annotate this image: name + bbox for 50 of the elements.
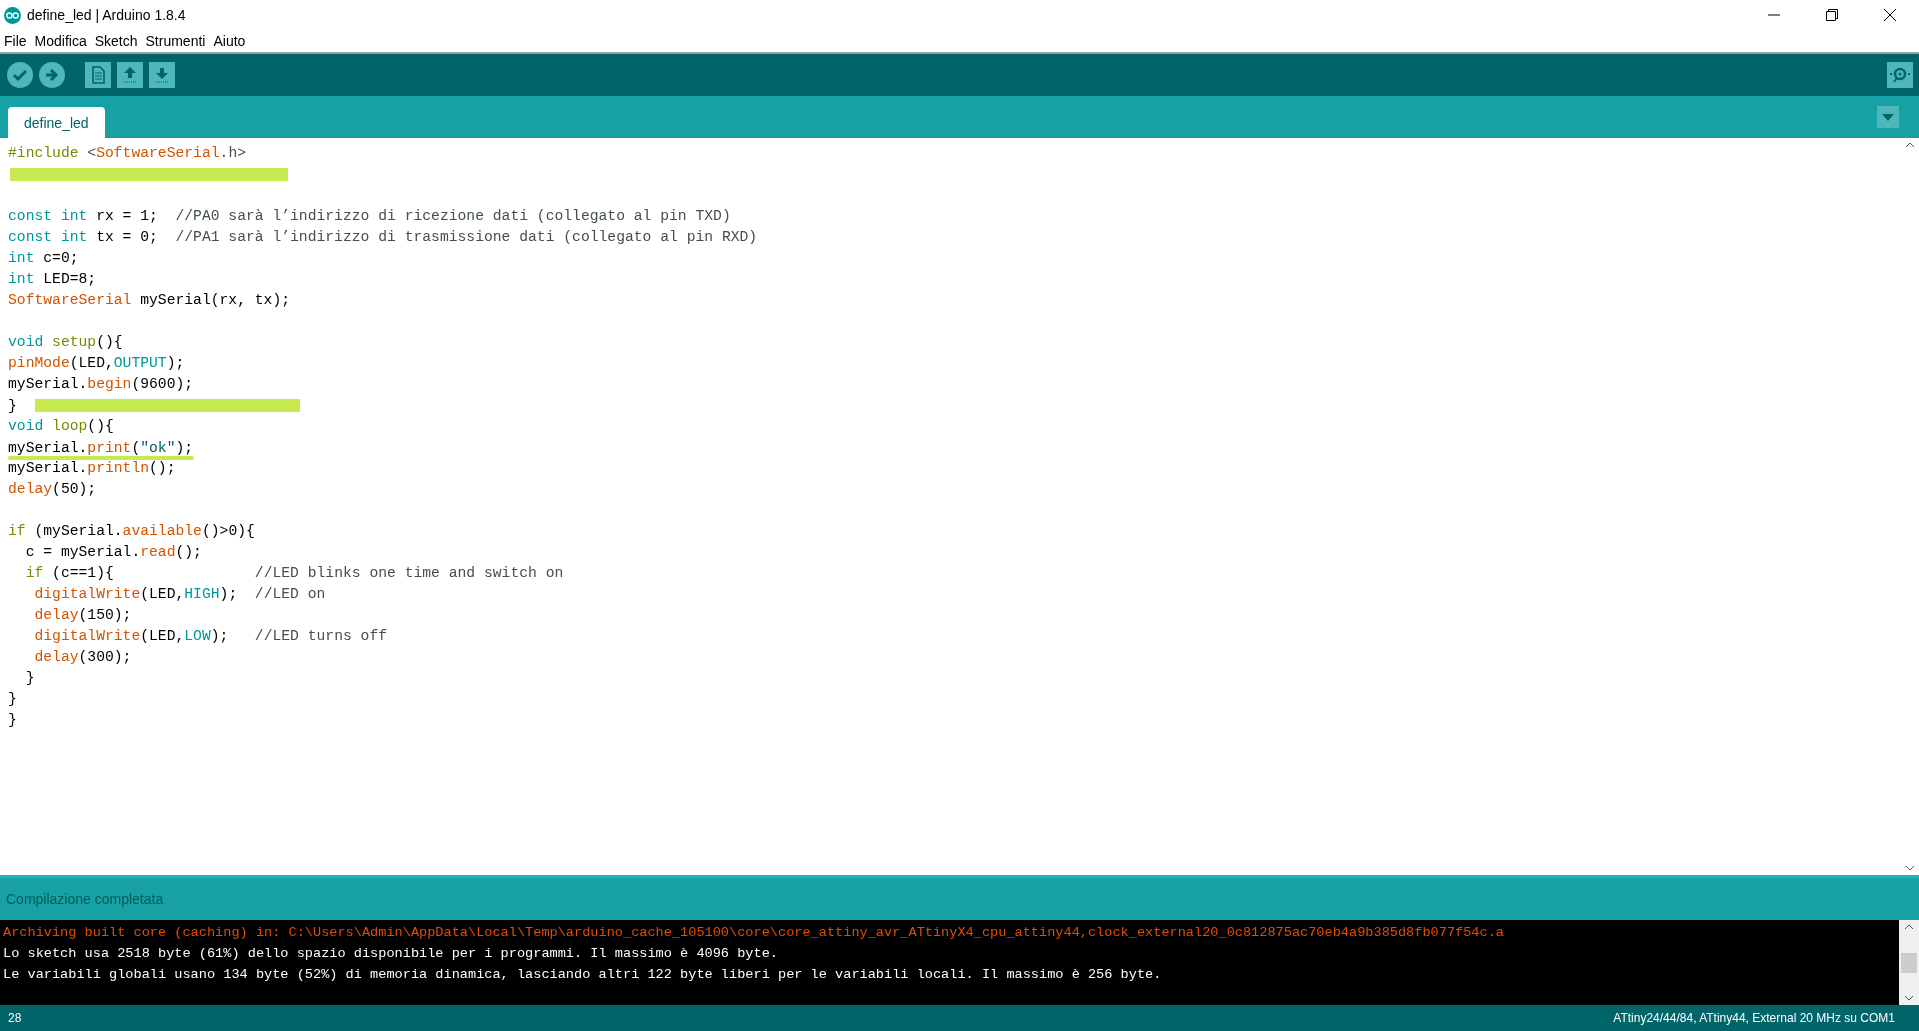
- code-line: SoftwareSerial mySerial(rx, tx);: [8, 291, 292, 310]
- code-line: }: [8, 711, 18, 730]
- menu-item[interactable]: File: [0, 33, 31, 49]
- code-line: mySerial.println();: [8, 459, 177, 478]
- right-arrow-button[interactable]: [38, 61, 66, 89]
- code-line: delay(50);: [8, 480, 98, 499]
- menu-item[interactable]: Sketch: [90, 33, 142, 49]
- code-line: #include <SoftwareSerial.h>: [8, 144, 247, 163]
- code-line: if (mySerial.available()>0){: [8, 522, 256, 541]
- code-line: const int rx = 1; //PA0 sarà l’indirizzo di ricezione dati (collegato al pin TXD): [8, 207, 732, 226]
- code-line: void setup(){: [8, 333, 124, 352]
- restore-icon: [1826, 9, 1838, 21]
- tab-menu-button[interactable]: [1877, 106, 1899, 128]
- caret-icon: [1882, 113, 1894, 121]
- tab[interactable]: define_led: [8, 107, 105, 138]
- status-text: Compilazione completata: [6, 891, 164, 907]
- console-line: Archiving built core (caching) in: C:\Users\Admin\AppData\Local\Temp\arduino_cache_105100\core\core_attiny_avr_ATtinyX4_cpu_attiny44,clock_external20_0c812875ac70eb4a9b385d8fb077f54c.a: [3, 924, 1505, 942]
- board-info: ATtiny24/44/84, ATtiny44, External 20 MHz su COM1: [1613, 1011, 1895, 1025]
- close-icon: [1883, 8, 1897, 22]
- serial-monitor-button[interactable]: [1887, 62, 1913, 88]
- code-line: const int tx = 0; //PA1 sarà l’indirizzo di trasmissione dati (collegato al pin RXD): [8, 228, 759, 247]
- code-line: delay(300);: [33, 648, 133, 667]
- code-line: int c=0;: [8, 249, 80, 268]
- code-line: int LED=8;: [8, 270, 98, 289]
- menu-item[interactable]: Aiuto: [209, 33, 250, 49]
- window-title: define_led | Arduino 1.8.4: [27, 7, 187, 23]
- code-line: }: [8, 690, 18, 709]
- line-number: 28: [8, 1011, 22, 1025]
- code-line: }: [24, 669, 36, 688]
- down-arrow-button[interactable]: [148, 61, 176, 89]
- code-line: mySerial.begin(9600);: [8, 375, 195, 394]
- menu-item[interactable]: Modifica: [30, 33, 91, 49]
- console-line: Lo sketch usa 2518 byte (61%) dello spazio disponibile per i programmi. Il massimo è 4096 byte.: [3, 945, 779, 963]
- up-arrow-button[interactable]: [116, 61, 144, 89]
- scrollbar[interactable]: [1899, 920, 1919, 1005]
- console-line: Le variabili globali usano 134 byte (52%) di memoria dinamica, lasciando altri 122 byte liberi per le variabili locali. Il massimo è 256 byte.: [3, 966, 1163, 984]
- scroll-thumb[interactable]: [1901, 952, 1917, 973]
- code-line: }: [8, 397, 17, 414]
- document-button[interactable]: [84, 61, 112, 89]
- code-line: void loop(){: [8, 417, 115, 436]
- code-line: if (c==1){ //LED blinks one time and switch on: [24, 564, 565, 583]
- menu-item[interactable]: Strumenti: [141, 33, 210, 49]
- verify-button[interactable]: [6, 61, 34, 89]
- code-line: delay(150);: [33, 606, 133, 625]
- code-line: pinMode(LED,OUTPUT);: [8, 354, 186, 373]
- app-logo-icon: [4, 6, 21, 24]
- code-line: mySerial.print("ok");: [8, 439, 194, 456]
- code-line: c = mySerial.read();: [24, 543, 203, 562]
- code-line: digitalWrite(LED,HIGH); //LED on: [33, 585, 327, 604]
- code-line: digitalWrite(LED,LOW); //LED turns off: [33, 627, 389, 646]
